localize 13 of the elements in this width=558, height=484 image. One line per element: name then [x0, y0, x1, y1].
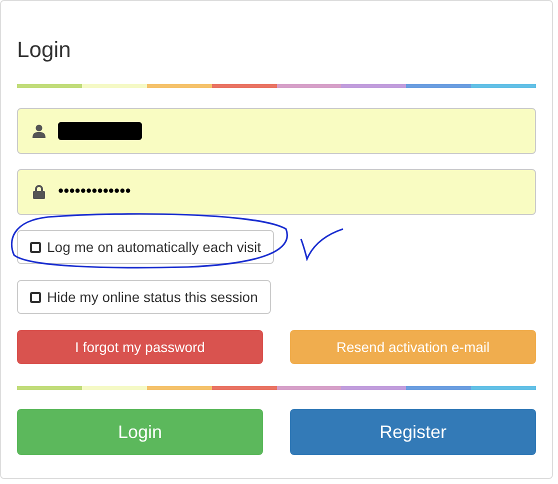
- action-button[interactable]: Login: [17, 409, 263, 455]
- password-field[interactable]: •••••••••••••: [17, 169, 536, 215]
- panel-title: Login: [17, 37, 71, 62]
- checkbox[interactable]: [30, 242, 41, 252]
- checkbox-option[interactable]: Log me on automatically each visit: [17, 230, 274, 264]
- password-value: •••••••••••••: [58, 182, 131, 202]
- action-button[interactable]: Register: [290, 409, 536, 455]
- username-field[interactable]: [17, 108, 536, 154]
- lock-icon: [33, 185, 45, 199]
- checkbox[interactable]: [30, 292, 41, 302]
- checkbox-option[interactable]: Hide my online status this session: [17, 280, 271, 314]
- user-icon: [32, 124, 46, 138]
- link-button[interactable]: I forgot my password: [17, 330, 263, 364]
